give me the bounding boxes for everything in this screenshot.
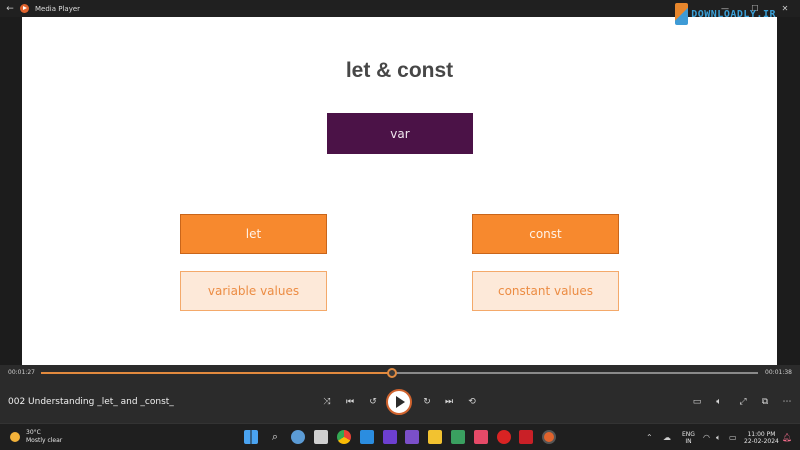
weather-widget[interactable]: 30°C Mostly clear [10,429,62,445]
variable-values-box: variable values [180,271,327,311]
next-icon[interactable]: ⏭ [442,395,456,409]
watermark-logo: DOWNLOADLY.IR [675,2,776,26]
duration: 00:01:38 [765,369,792,376]
speaker-icon[interactable]: 🔈︎ [716,433,721,443]
media-player-icon [20,4,29,13]
seek-bar[interactable] [41,368,758,378]
figma-icon[interactable] [474,430,488,444]
volume-icon[interactable]: 🔈︎ [712,395,726,409]
app-icon[interactable] [405,430,419,444]
current-time: 00:01:27 [8,369,35,376]
slide-title: let & const [345,59,454,82]
weather-condition: Mostly clear [26,437,63,444]
terminal-icon[interactable] [451,430,465,444]
intellij-icon[interactable] [383,430,397,444]
clock-time: 11:00 PM [747,431,776,438]
captions-icon[interactable]: ▭ [690,395,704,409]
const-box: const [472,214,619,254]
video-frame: let & const var let const variable value… [22,17,777,365]
shuffle-icon[interactable]: ⤨ [320,395,334,409]
mcafee-icon[interactable] [519,430,533,444]
back-arrow-icon[interactable]: ← [0,4,20,14]
window-title: Media Player [35,4,81,13]
player-controls: 00:01:27 00:01:38 002 Understanding _let… [0,365,800,423]
search-icon[interactable]: ⌕ [268,430,282,444]
cloud-icon[interactable]: ☁ [663,433,671,442]
more-options-icon[interactable]: ⋯ [780,395,794,409]
chrome-icon[interactable] [337,430,351,444]
notification-bell-icon[interactable]: 🔔︎ [782,433,792,442]
var-box: var [327,113,473,154]
screen: ← Media Player — ☐ ✕ DOWNLOADLY.IR let &… [0,0,800,450]
media-player-taskbar-icon[interactable] [542,430,556,444]
constant-values-box: constant values [472,271,619,311]
wifi-icon[interactable]: ◠ [703,433,710,442]
mini-player-icon[interactable]: ⧉ [758,395,772,409]
seek-progress [41,372,393,374]
skip-forward-icon[interactable]: ↻ [420,395,434,409]
clock[interactable]: 11:00 PM 22-02-2024 [744,431,779,445]
fullscreen-icon[interactable]: ⤢ [736,395,750,409]
play-button[interactable] [386,389,412,415]
media-title: 002 Understanding _let_ and _const_ [8,397,174,407]
opera-icon[interactable] [497,430,511,444]
chevron-up-icon[interactable]: ⌃ [646,433,653,442]
watermark-mark-icon [675,3,689,25]
weather-temperature: 30°C [26,429,41,436]
windows-start-icon[interactable] [244,430,258,444]
taskbar: 30°C Mostly clear ⌕ ⌃ ☁ ENG IN ◠ 🔈︎ ▭ 11… [0,423,800,450]
widgets-icon[interactable] [291,430,305,444]
watermark-text: DOWNLOADLY.IR [691,8,776,20]
vscode-icon[interactable] [360,430,374,444]
weather-icon [10,432,20,442]
repeat-icon[interactable]: ⟲ [465,395,479,409]
previous-icon[interactable]: ⏮ [343,395,357,409]
battery-icon[interactable]: ▭ [729,433,737,442]
file-explorer-icon[interactable] [428,430,442,444]
clock-date: 22-02-2024 [744,438,779,445]
seek-thumb[interactable] [387,368,398,378]
task-view-icon[interactable] [314,430,328,444]
let-box: let [180,214,327,254]
language-indicator[interactable]: ENG IN [682,431,695,445]
skip-back-icon[interactable]: ↺ [366,395,380,409]
